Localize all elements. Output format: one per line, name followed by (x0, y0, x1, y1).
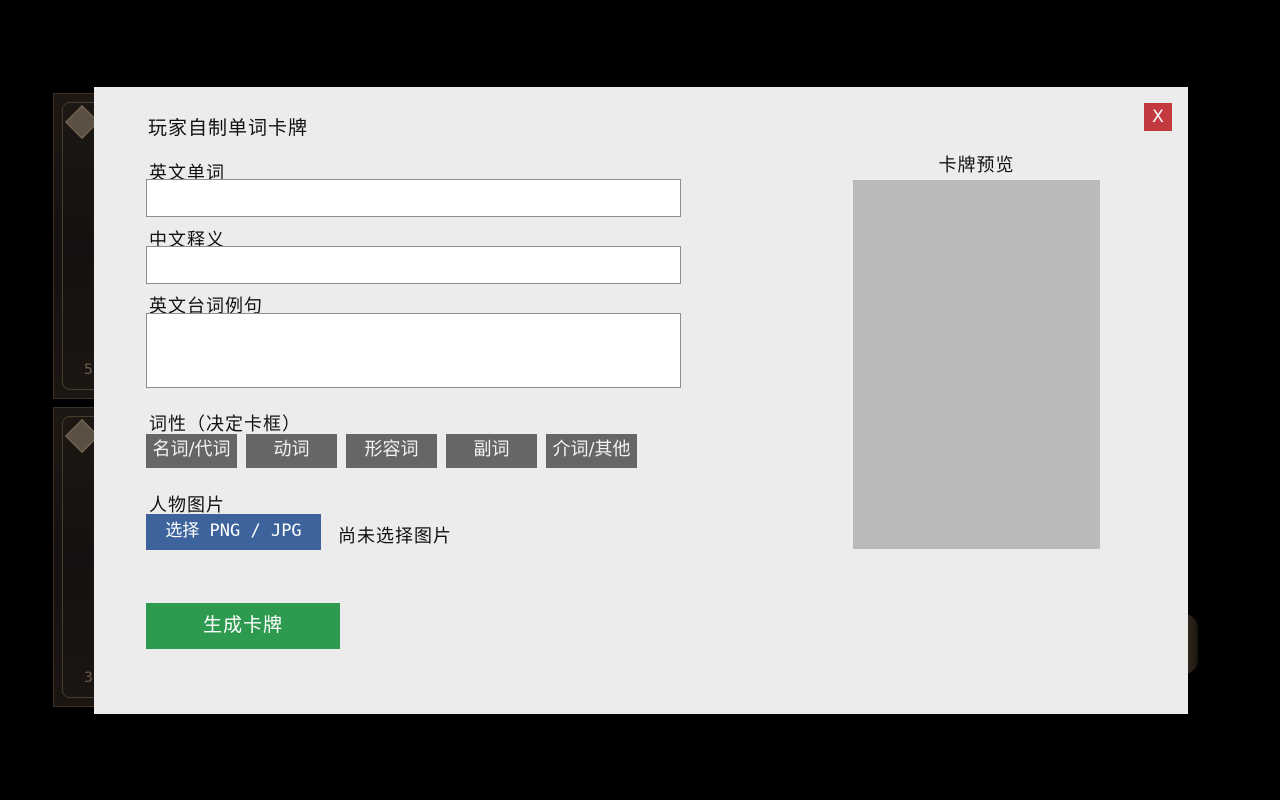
chinese-meaning-input[interactable] (146, 246, 681, 284)
image-status-text: 尚未选择图片 (338, 526, 452, 547)
custom-card-dialog: 玩家自制单词卡牌 X 英文单词 中文释义 英文台词例句 词性（决定卡框） 名词/… (94, 87, 1188, 714)
pos-noun-pronoun-button[interactable]: 名词/代词 (146, 434, 237, 468)
card-number: 5 (84, 362, 93, 378)
generate-card-button[interactable]: 生成卡牌 (146, 603, 340, 649)
card-preview-area (853, 180, 1100, 549)
pos-verb-button[interactable]: 动词 (246, 434, 337, 468)
pos-adverb-button[interactable]: 副词 (446, 434, 537, 468)
dialog-title: 玩家自制单词卡牌 (148, 117, 309, 139)
choose-image-button[interactable]: 选择 PNG / JPG (146, 514, 321, 550)
english-word-input[interactable] (146, 179, 681, 217)
game-screen: 5 3 玩家自制单词卡牌 X 英文单词 中文释义 英文台词例句 词性（决定卡框）… (0, 0, 1280, 800)
card-preview-title: 卡牌预览 (938, 155, 1015, 176)
card-number: 3 (84, 670, 93, 686)
part-of-speech-label: 词性（决定卡框） (149, 414, 301, 435)
close-button[interactable]: X (1144, 103, 1172, 131)
example-sentence-textarea[interactable] (146, 313, 681, 388)
pos-preposition-other-button[interactable]: 介词/其他 (546, 434, 637, 468)
pos-adjective-button[interactable]: 形容词 (346, 434, 437, 468)
